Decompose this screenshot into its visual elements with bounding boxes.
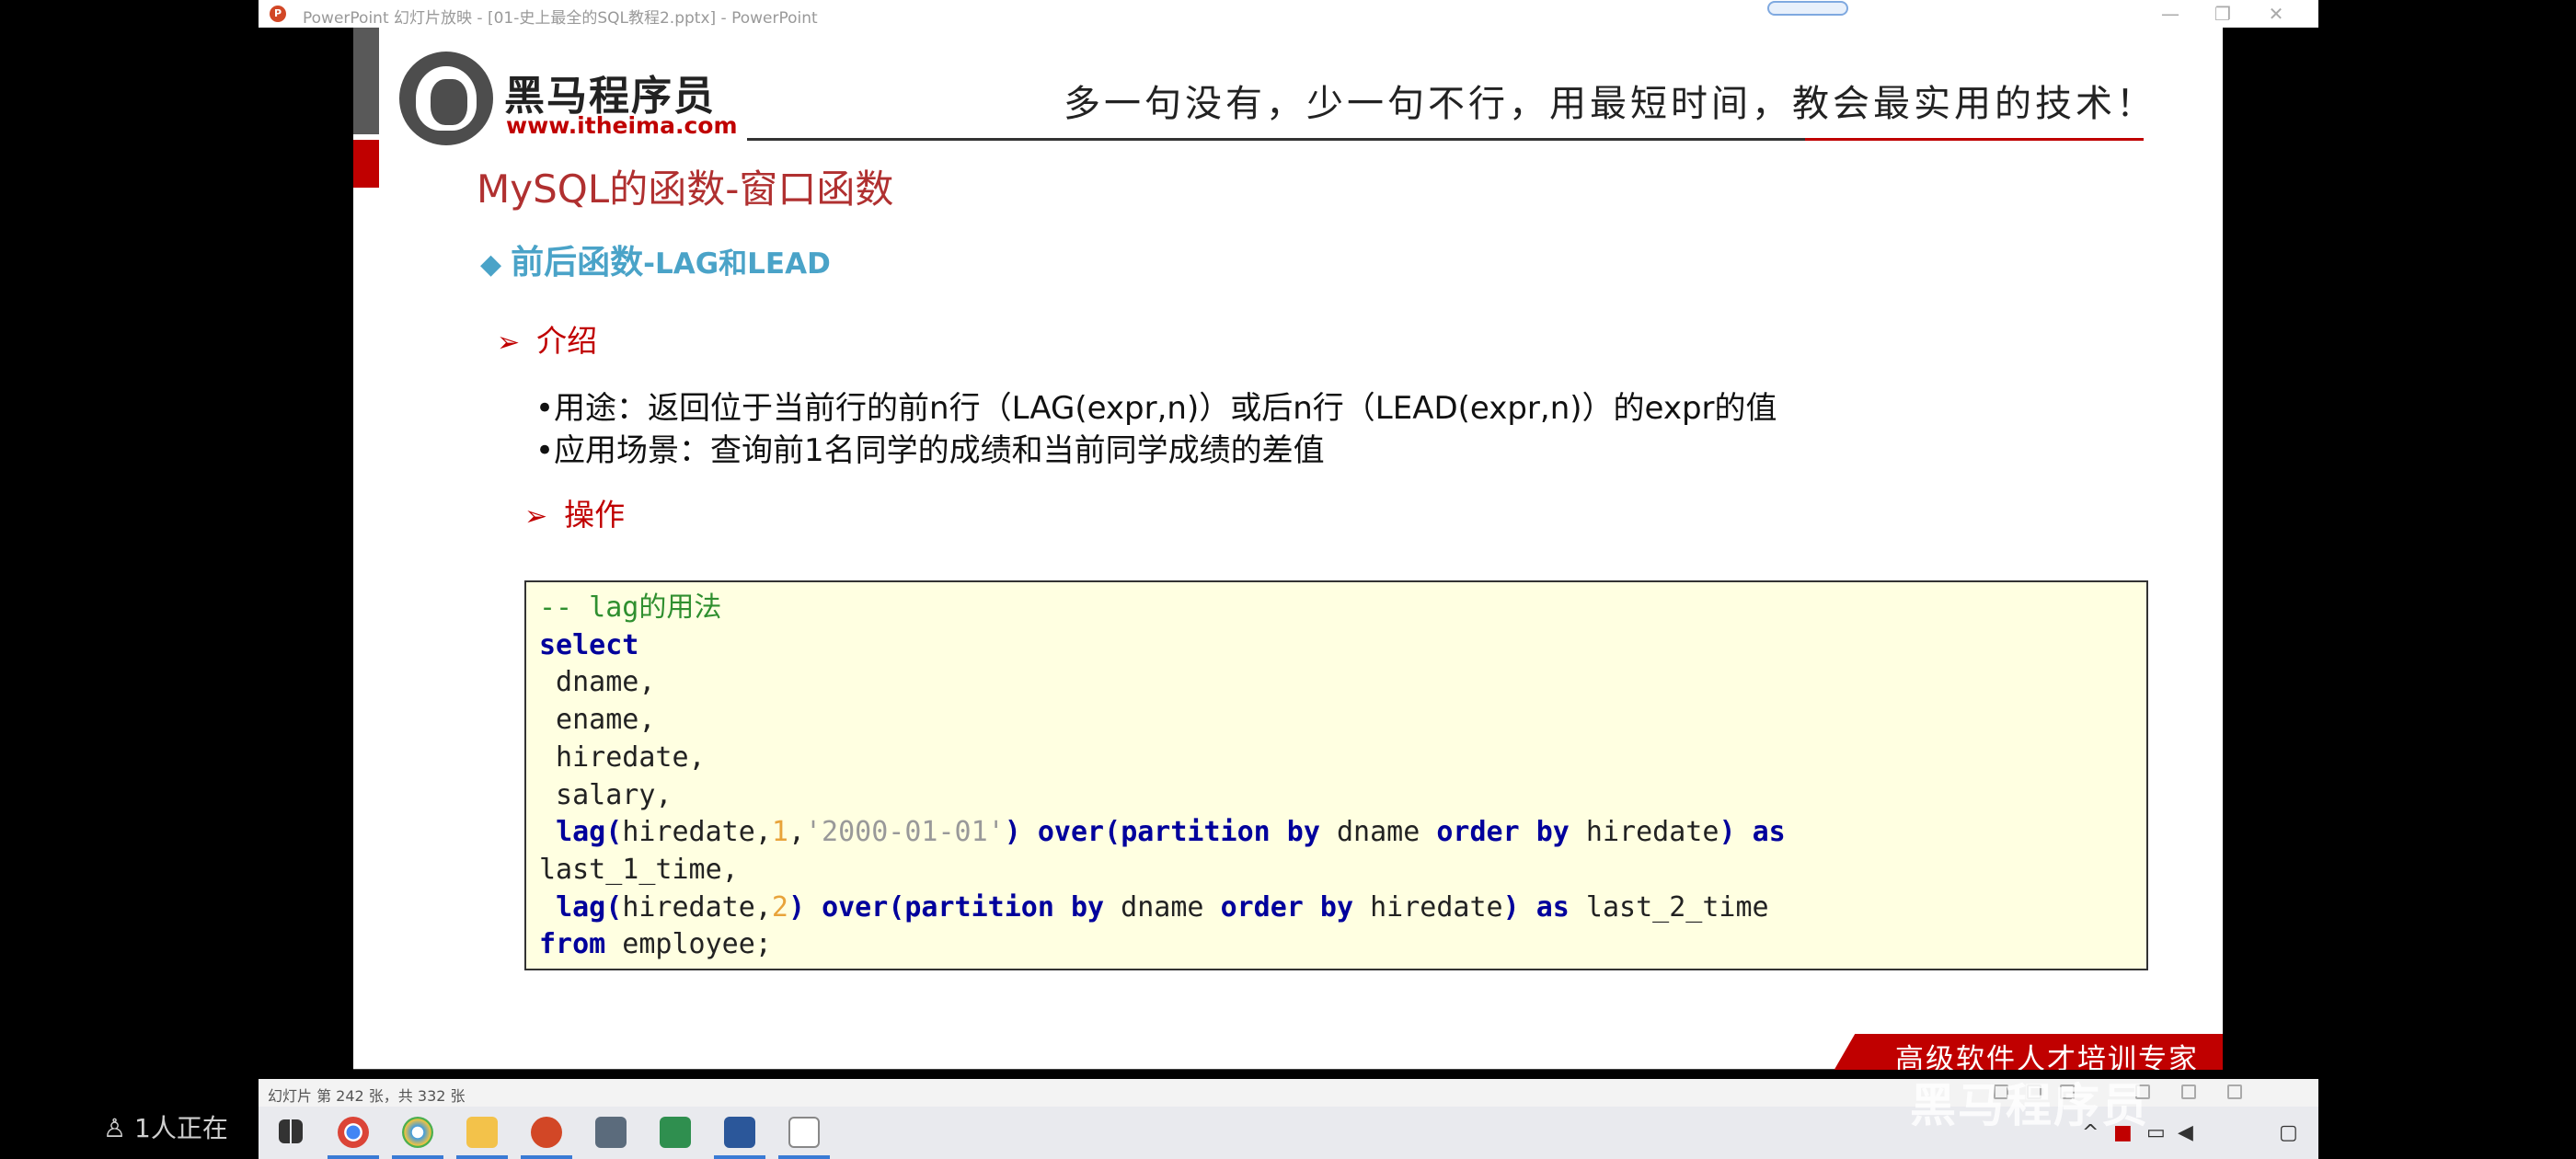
code-col-hiredate: hiredate,: [539, 740, 706, 774]
code-partition: partition by: [1121, 816, 1320, 849]
intro-heading: ➢ 介绍: [497, 316, 597, 361]
code-col-ename: ename,: [539, 704, 656, 737]
viewer-count-label: 1人正在: [134, 1113, 228, 1143]
powerpoint-taskbar-icon[interactable]: [531, 1117, 562, 1148]
bullet-scenario: •应用场景：查询前1名同学的成绩和当前同学成绩的差值: [535, 432, 1325, 469]
slide-counter: 幻灯片 第 242 张，共 332 张: [268, 1087, 466, 1105]
code-dname: dname: [1319, 816, 1437, 849]
code-from: from: [539, 928, 606, 961]
header-divider: [747, 138, 1819, 141]
header-divider-accent: [1805, 138, 2144, 141]
browser-icon[interactable]: [402, 1117, 433, 1148]
code-arg: hiredate,: [622, 816, 772, 849]
arrow-bullet-icon: ➢: [497, 327, 521, 359]
code-col-dname: dname,: [539, 666, 656, 699]
code-comment: -- lag的用法: [539, 591, 722, 624]
slide: 黑马程序员 www.itheima.com 多一句没有，少一句不行，用最短时间，…: [353, 28, 2223, 1070]
sql-code: -- lag的用法 select dname, ename, hiredate,…: [539, 591, 1786, 961]
powerpoint-icon: P: [270, 6, 286, 22]
side-accent-red: [353, 140, 379, 188]
network-icon[interactable]: ▭: [2146, 1121, 2166, 1144]
code-num: 2: [771, 890, 788, 924]
reading-view-icon[interactable]: [2181, 1084, 2196, 1099]
code-hiredate: hiredate: [1569, 816, 1719, 849]
code-lag: lag: [556, 816, 606, 849]
volume-icon[interactable]: ◀: [2178, 1121, 2193, 1144]
code-lag: lag: [556, 890, 606, 924]
slideshow-view-icon[interactable]: [2227, 1084, 2242, 1099]
close-button[interactable]: ✕: [2262, 3, 2290, 25]
footer-text: 高级软件人才培训专家: [1895, 1043, 2199, 1070]
slogan: 多一句没有，少一句不行，用最短时间，教会最实用的技术！: [1064, 83, 2156, 125]
code-alias2: last_2_time: [1569, 890, 1769, 924]
side-accent-gray: [353, 28, 379, 134]
code-string: '2000-01-01': [805, 816, 1005, 849]
calculator-icon[interactable]: [595, 1117, 627, 1148]
code-over: over: [822, 890, 889, 924]
ops-heading-label: 操作: [564, 497, 626, 533]
window-title: PowerPoint 幻灯片放映 - [01-史上最全的SQL教程2.pptx]…: [303, 9, 818, 28]
code-col-salary: salary,: [539, 778, 673, 811]
section-heading-cn: 前后函数: [511, 244, 644, 281]
diamond-bullet-icon: ◆: [480, 248, 502, 281]
code-order: order by: [1436, 816, 1570, 849]
bullet-purpose: •用途：返回位于当前行的前n行（LAG(expr,n)）或后n行（LEAD(ex…: [535, 390, 1777, 427]
ops-heading: ➢ 操作: [524, 490, 625, 534]
text-app-icon[interactable]: [788, 1117, 820, 1148]
code-alias1: last_1_time,: [539, 853, 739, 886]
horse-logo-icon: [399, 52, 493, 145]
section-heading-en: -LAG和LEAD: [643, 247, 831, 281]
notifications-icon[interactable]: ▢: [2279, 1121, 2298, 1144]
code-select: select: [539, 628, 639, 661]
chrome-icon[interactable]: [338, 1117, 369, 1148]
code-num: 1: [771, 816, 788, 849]
viewer-icon: ♙: [103, 1113, 135, 1143]
viewer-count: ♙ 1人正在: [103, 1108, 228, 1145]
restore-button[interactable]: ❐: [2209, 3, 2237, 25]
code-order: order by: [1220, 890, 1354, 924]
word-icon[interactable]: [724, 1117, 755, 1148]
code-hiredate: hiredate: [1353, 890, 1503, 924]
code-block: -- lag的用法 select dname, ename, hiredate,…: [524, 580, 2148, 970]
logo-url: www.itheima.com: [506, 112, 738, 139]
file-explorer-icon[interactable]: [466, 1117, 498, 1148]
slide-title: MySQL的函数-窗口函数: [477, 166, 894, 212]
code-as: as: [1535, 890, 1570, 924]
arrow-bullet-icon: ➢: [524, 500, 548, 533]
window-titlebar: P PowerPoint 幻灯片放映 - [01-史上最全的SQL教程2.ppt…: [259, 0, 2318, 28]
spreadsheet-icon[interactable]: [660, 1117, 691, 1148]
section-heading: ◆ 前后函数-LAG和LEAD: [480, 235, 831, 283]
code-over: over: [1037, 816, 1105, 849]
code-table: employee;: [605, 928, 772, 961]
windows-start-icon[interactable]: [279, 1119, 303, 1143]
code-partition: partition by: [904, 890, 1105, 924]
code-as: as: [1752, 816, 1786, 849]
watermark: 黑马程序员: [1910, 1079, 2149, 1132]
intro-heading-label: 介绍: [536, 323, 598, 359]
code-arg: hiredate,: [622, 890, 772, 924]
code-dname: dname: [1104, 890, 1221, 924]
presenter-toolbar-handle[interactable]: [1767, 1, 1848, 16]
minimize-button[interactable]: —: [2156, 3, 2184, 25]
